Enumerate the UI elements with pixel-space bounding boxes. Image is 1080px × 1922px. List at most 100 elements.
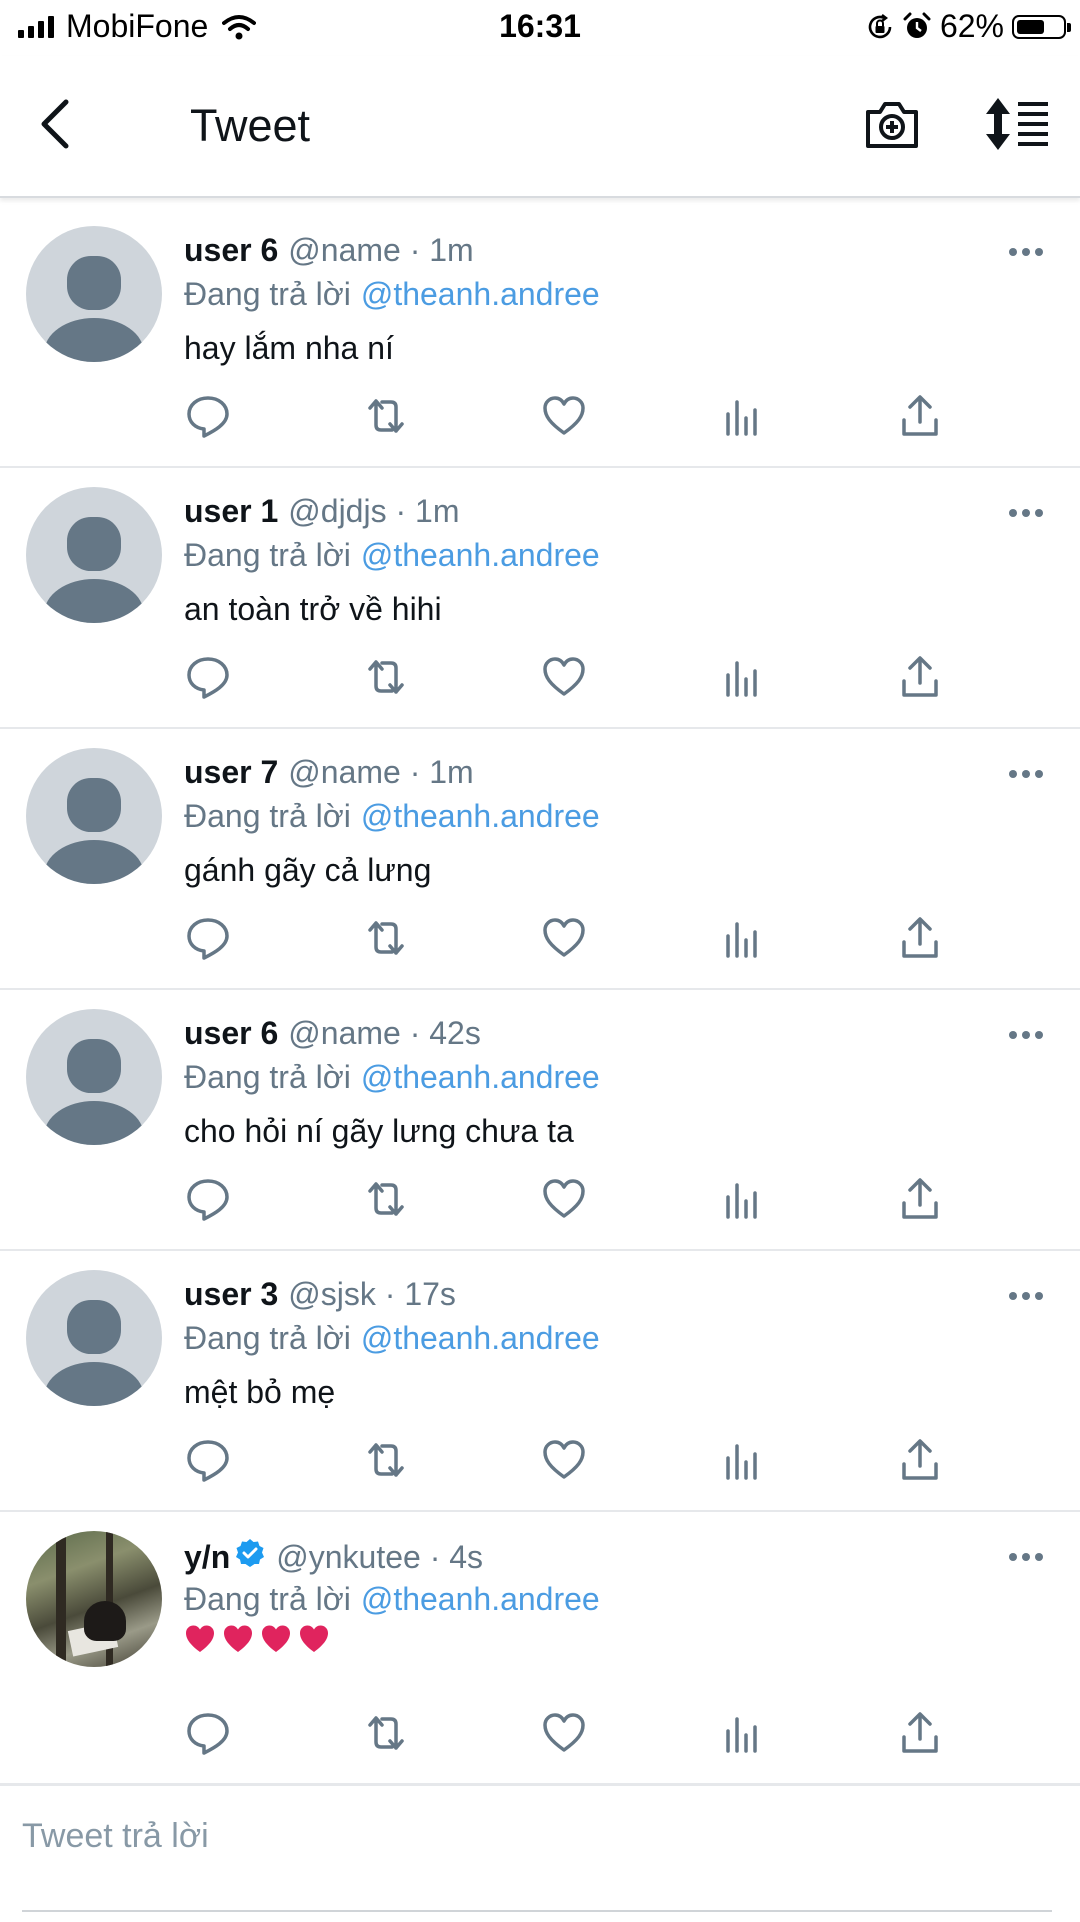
reply-button[interactable] — [184, 1175, 232, 1223]
reply-icon — [187, 1440, 229, 1482]
heart-emoji-icon — [186, 1625, 214, 1652]
tweet-meta: user 6 @name · 42s — [184, 1015, 481, 1052]
alarm-icon — [903, 12, 931, 38]
like-button[interactable] — [540, 914, 588, 962]
analytics-icon — [726, 1183, 757, 1219]
reply-button[interactable] — [184, 653, 232, 701]
tweet-item[interactable]: user 7 @name · 1m Đang trả lời @theanh.an… — [0, 728, 1080, 990]
more-options-icon[interactable] — [1008, 246, 1044, 258]
more-options-icon[interactable] — [1008, 507, 1044, 519]
avatar[interactable] — [26, 1270, 162, 1406]
reply-button[interactable] — [184, 1709, 232, 1757]
like-button[interactable] — [540, 1175, 588, 1223]
tweet-text: mệt bỏ mẹ — [184, 1374, 336, 1410]
tweet-actions — [184, 1709, 964, 1757]
tweet-item[interactable]: user 6 @name · 1m Đang trả lời @theanh.an… — [0, 206, 1080, 468]
retweet-icon — [368, 660, 404, 694]
avatar-head — [67, 517, 121, 571]
avatar[interactable] — [26, 487, 162, 623]
reply-icon — [187, 396, 229, 438]
avatar[interactable] — [26, 748, 162, 884]
user-name[interactable]: user 6 — [184, 232, 278, 269]
retweet-button[interactable] — [362, 392, 410, 440]
tweet-actions — [184, 1175, 964, 1223]
replying-to-handle[interactable]: @theanh.andree — [361, 1059, 600, 1095]
reply-composer — [0, 1784, 1080, 1922]
more-options-icon[interactable] — [1008, 768, 1044, 780]
replying-to: Đang trả lời @theanh.andree — [184, 798, 600, 835]
share-button[interactable] — [896, 1436, 944, 1484]
tweet-text: hay lắm nha ní — [184, 330, 394, 366]
replying-to-handle[interactable]: @theanh.andree — [361, 798, 600, 834]
back-arrow-icon — [41, 99, 69, 149]
tweet-item[interactable]: y/n @ynkutee · 4s Đang trả lời @theanh.an… — [0, 1511, 1080, 1785]
more-options-icon[interactable] — [1008, 1029, 1044, 1041]
retweet-button[interactable] — [362, 653, 410, 701]
user-name[interactable]: user 1 — [184, 493, 278, 530]
share-button[interactable] — [896, 653, 944, 701]
analytics-button[interactable] — [718, 653, 766, 701]
replying-to-handle[interactable]: @theanh.andree — [361, 537, 600, 573]
retweet-button[interactable] — [362, 914, 410, 962]
verified-badge-icon — [236, 1539, 265, 1567]
reply-input[interactable] — [22, 1808, 1042, 1864]
analytics-button[interactable] — [718, 1436, 766, 1484]
analytics-button[interactable] — [718, 1175, 766, 1223]
heart-emoji-icon — [224, 1625, 252, 1652]
user-name[interactable]: user 7 — [184, 754, 278, 791]
reply-icon — [187, 657, 229, 699]
replying-to-handle[interactable]: @theanh.andree — [361, 1581, 600, 1617]
like-button[interactable] — [540, 392, 588, 440]
sort-icon — [986, 98, 1048, 150]
reply-button[interactable] — [184, 914, 232, 962]
share-button[interactable] — [896, 1709, 944, 1757]
sort-button[interactable] — [984, 96, 1050, 152]
avatar[interactable] — [26, 226, 162, 362]
share-icon — [902, 917, 938, 958]
user-handle-time: @djdjs · 1m — [288, 493, 460, 529]
reply-button[interactable] — [184, 392, 232, 440]
tweet-actions — [184, 1436, 964, 1484]
replying-to-handle[interactable]: @theanh.andree — [361, 1320, 600, 1356]
analytics-button[interactable] — [718, 914, 766, 962]
replying-to-handle[interactable]: @theanh.andree — [361, 276, 600, 312]
like-icon — [543, 1440, 585, 1479]
heart-emoji-icon — [300, 1625, 328, 1652]
tweet-actions — [184, 914, 964, 962]
retweet-icon — [368, 399, 404, 433]
tweet-meta: user 1 @djdjs · 1m — [184, 493, 459, 530]
share-button[interactable] — [896, 1175, 944, 1223]
like-button[interactable] — [540, 653, 588, 701]
avatar[interactable] — [26, 1009, 162, 1145]
tweet-item[interactable]: user 3 @sjsk · 17s Đang trả lời @theanh.a… — [0, 1250, 1080, 1512]
heart-emoji-icon — [262, 1625, 290, 1652]
camera-add-icon — [866, 102, 918, 148]
retweet-button[interactable] — [362, 1175, 410, 1223]
analytics-button[interactable] — [718, 1709, 766, 1757]
like-button[interactable] — [540, 1709, 588, 1757]
page-title: Tweet — [190, 100, 311, 151]
camera-button[interactable] — [862, 96, 922, 152]
user-name[interactable]: user 3 — [184, 1276, 278, 1313]
analytics-button[interactable] — [718, 392, 766, 440]
reply-button[interactable] — [184, 1436, 232, 1484]
share-button[interactable] — [896, 392, 944, 440]
tweet-item[interactable]: user 1 @djdjs · 1m Đang trả lời @theanh.a… — [0, 467, 1080, 729]
retweet-icon — [368, 1182, 404, 1216]
more-options-icon[interactable] — [1008, 1551, 1044, 1563]
like-button[interactable] — [540, 1436, 588, 1484]
tweet-item[interactable]: user 6 @name · 42s Đang trả lời @theanh.a… — [0, 989, 1080, 1251]
replying-to: Đang trả lời @theanh.andree — [184, 276, 600, 313]
retweet-button[interactable] — [362, 1436, 410, 1484]
photo-tree — [56, 1531, 66, 1667]
replying-to-label: Đang trả lời — [184, 537, 351, 573]
more-options-icon[interactable] — [1008, 1290, 1044, 1302]
replying-to-label: Đang trả lời — [184, 1581, 351, 1617]
user-name[interactable]: y/n — [184, 1539, 230, 1576]
share-button[interactable] — [896, 914, 944, 962]
retweet-button[interactable] — [362, 1709, 410, 1757]
user-handle-time: @sjsk · 17s — [288, 1276, 456, 1312]
back-button[interactable] — [30, 92, 86, 156]
avatar-photo[interactable] — [26, 1531, 162, 1667]
user-name[interactable]: user 6 — [184, 1015, 278, 1052]
